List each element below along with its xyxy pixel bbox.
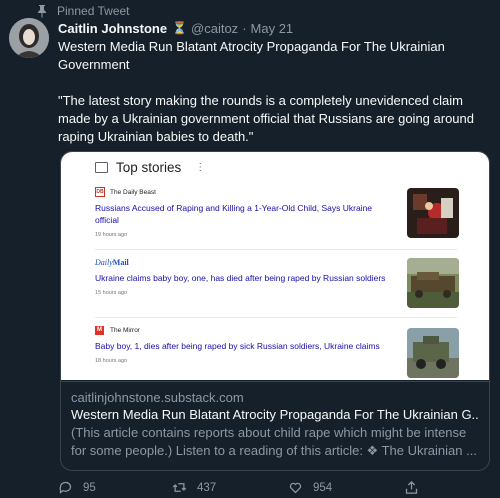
card-domain: caitlinjohnstone.substack.com	[71, 390, 244, 405]
mirror-logo-icon: M	[95, 325, 104, 335]
reply-count: 95	[83, 481, 96, 494]
divider	[95, 317, 457, 318]
reply-button[interactable]: 95	[58, 480, 96, 495]
like-count: 954	[313, 481, 333, 494]
link-card[interactable]: Top stories ⋮ DB The Daily Beast Russian…	[60, 151, 490, 471]
avatar[interactable]	[9, 18, 49, 58]
story-item: DB The Daily Beast Russians Accused of R…	[95, 186, 465, 238]
like-button[interactable]: 954	[288, 480, 332, 495]
retweet-icon	[172, 483, 187, 492]
story-headline: Ukraine claims baby boy, one, has died a…	[95, 273, 386, 283]
card-title: Western Media Run Blatant Atrocity Propa…	[71, 407, 479, 422]
author-handle[interactable]: @caitoz	[191, 21, 238, 36]
pin-icon	[38, 5, 46, 18]
news-icon	[95, 161, 108, 173]
story-source-name: The Mirror	[110, 326, 140, 334]
heart-icon	[289, 482, 302, 494]
tweet-date[interactable]: May 21	[251, 21, 294, 36]
tweet-header: Caitlin Johnstone ⏳ @caitoz · May 21	[58, 19, 293, 37]
story-thumbnail	[407, 258, 459, 308]
tweet-quote: "The latest story making the rounds is a…	[58, 93, 474, 144]
daily-mail-logo-icon: DailyMail	[95, 257, 129, 267]
more-options-icon: ⋮	[195, 161, 206, 173]
story-thumbnail	[407, 328, 459, 378]
retweet-count: 437	[197, 481, 217, 494]
card-description: (This article contains reports about chi…	[71, 425, 477, 458]
share-button[interactable]	[404, 480, 429, 495]
story-source-name: The Daily Beast	[110, 188, 156, 196]
story-headline: Russians Accused of Raping and Killing a…	[95, 203, 373, 225]
share-icon	[405, 480, 418, 494]
card-info[interactable]: caitlinjohnstone.substack.com Western Me…	[61, 381, 489, 470]
tweet-text: Western Media Run Blatant Atrocity Propa…	[58, 38, 488, 146]
top-stories-title: Top stories	[116, 159, 182, 175]
pinned-indicator: Pinned Tweet	[36, 3, 130, 19]
daily-beast-logo-icon: DB	[95, 187, 105, 197]
hourglass-icon: ⏳	[172, 21, 188, 35]
top-stories-header: Top stories ⋮	[95, 156, 205, 178]
story-item: DailyMail Ukraine claims baby boy, one, …	[95, 256, 465, 308]
pinned-label: Pinned Tweet	[57, 4, 130, 18]
separator-dot: ·	[242, 20, 247, 36]
author-name[interactable]: Caitlin Johnstone	[58, 21, 167, 36]
story-headline: Baby boy, 1, dies after being raped by s…	[95, 341, 380, 351]
story-item: M The Mirror Baby boy, 1, dies after bei…	[95, 324, 465, 378]
retweet-button[interactable]: 437	[172, 480, 216, 495]
divider	[95, 249, 457, 250]
tweet-actions: 95 437 954	[58, 480, 488, 498]
tweet-title-line: Western Media Run Blatant Atrocity Propa…	[58, 39, 445, 72]
card-image-screenshot: Top stories ⋮ DB The Daily Beast Russian…	[61, 152, 489, 380]
reply-icon	[59, 481, 72, 494]
story-thumbnail	[407, 188, 459, 238]
